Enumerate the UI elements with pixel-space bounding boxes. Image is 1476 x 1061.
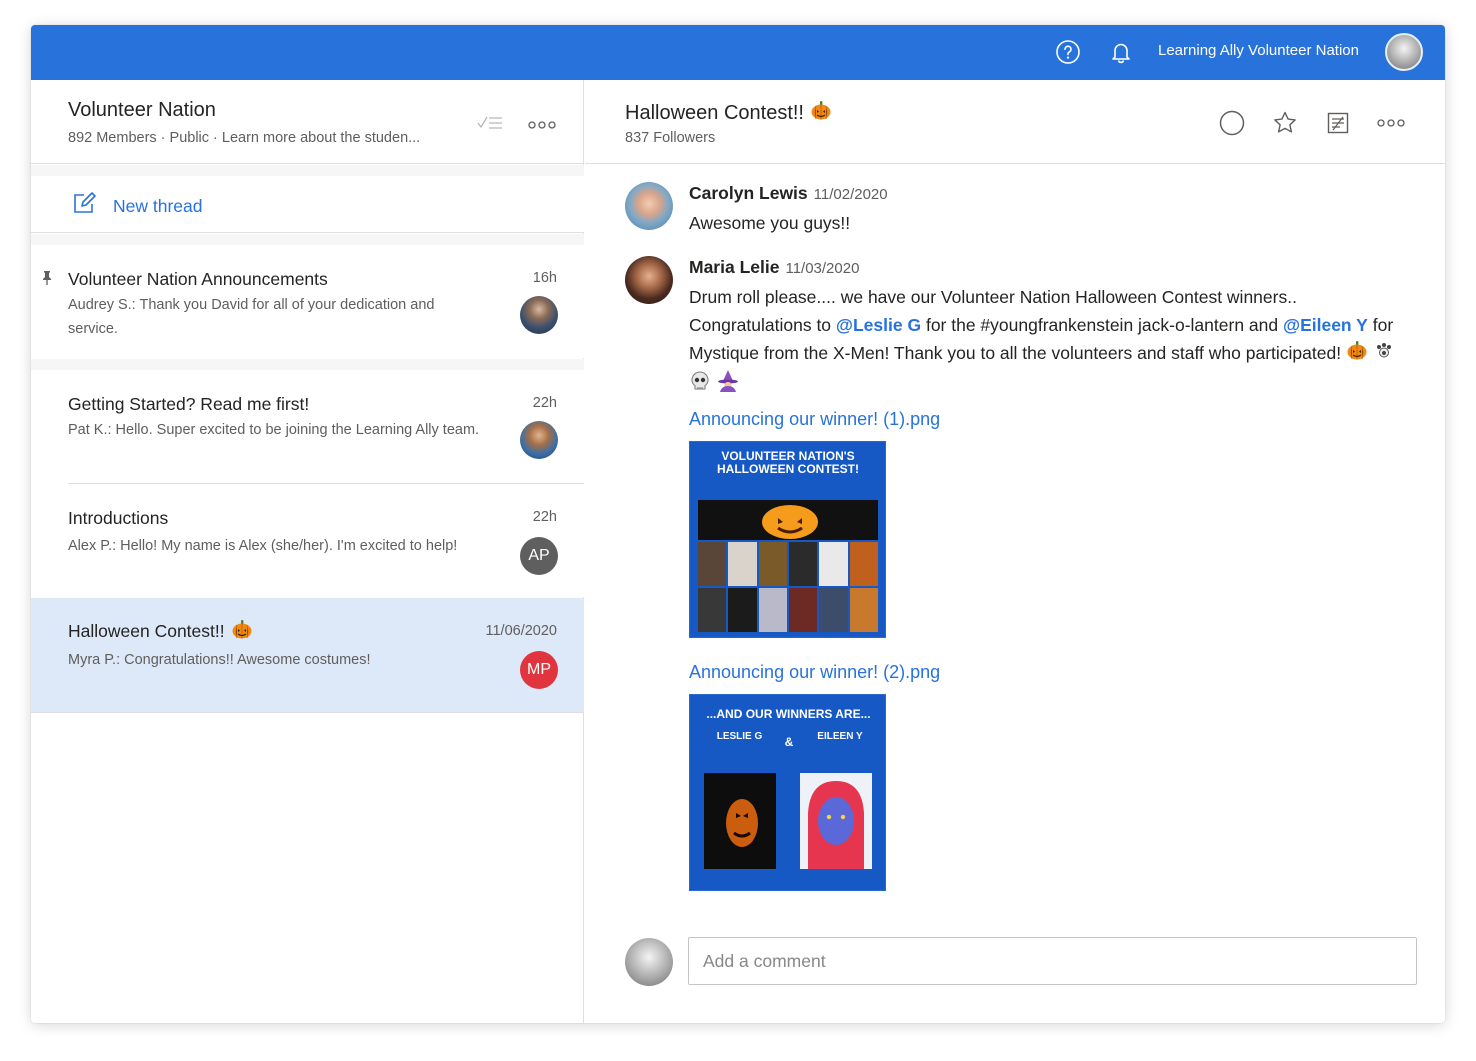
follow-circle-icon[interactable]	[1218, 109, 1246, 137]
thread-time: 16h	[532, 270, 557, 286]
ampersand: &	[784, 735, 794, 749]
thread-item-selected[interactable]: Halloween Contest!! 11/06/2020 Myra P.: …	[31, 598, 584, 712]
winner-left-name: LESLIE G	[716, 731, 763, 742]
pumpkin-icon	[810, 99, 832, 127]
winner-right-name: EILEEN Y	[817, 731, 863, 742]
thread-preview: Pat K.: Hello. Super excited to be joini…	[68, 422, 480, 438]
thread-preview: Alex P.: Hello! My name is Alex (she/her…	[68, 538, 458, 554]
current-user-avatar	[625, 938, 673, 986]
thread-item[interactable]: Introductions 22h Alex P.: Hello! My nam…	[31, 484, 584, 597]
notes-icon[interactable]	[1324, 109, 1352, 137]
group-name[interactable]: Volunteer Nation	[68, 99, 216, 122]
attachment-link[interactable]: Announcing our winner! (2).png	[689, 662, 940, 683]
bell-icon[interactable]	[1107, 38, 1135, 66]
author-name[interactable]: Carolyn Lewis	[689, 183, 808, 203]
costume-grid	[698, 542, 878, 632]
thread-preview: Audrey S.: Thank you David for all of yo…	[68, 297, 435, 337]
avatar	[520, 296, 558, 334]
thumbnail-heading: VOLUNTEER NATION'S HALLOWEEN CONTEST!	[717, 449, 859, 476]
thread-preview: Myra P.: Congratulations!! Awesome costu…	[68, 652, 371, 668]
thumbnail-heading: ...AND OUR WINNERS ARE...	[706, 707, 871, 721]
jack-o-lantern-image	[698, 500, 878, 540]
mention-link[interactable]: @Leslie G	[836, 315, 921, 335]
thread-item[interactable]: Getting Started? Read me first! 22h Pat …	[31, 370, 584, 484]
author-name[interactable]: Maria Lelie	[689, 257, 779, 277]
thread-time: 11/06/2020	[485, 623, 558, 639]
thread-title: Introductions	[68, 508, 169, 528]
avatar[interactable]	[625, 256, 673, 304]
more-options-icon[interactable]	[1377, 109, 1405, 137]
mystique-photo	[800, 773, 872, 869]
network-name[interactable]: Learning Ally Volunteer Nation	[1158, 42, 1359, 59]
app-window: Learning Ally Volunteer Nation Volunteer…	[31, 25, 1445, 1023]
more-options-icon[interactable]	[528, 117, 556, 135]
mention-link[interactable]: @Eileen Y	[1283, 315, 1368, 335]
attachment-link[interactable]: Announcing our winner! (1).png	[689, 409, 940, 430]
attachment-thumbnail[interactable]: VOLUNTEER NATION'S HALLOWEEN CONTEST!	[689, 441, 886, 638]
thread-time: 22h	[532, 509, 557, 525]
help-circle-icon[interactable]	[1054, 38, 1082, 66]
avatar[interactable]	[625, 182, 673, 230]
divider	[31, 712, 584, 713]
user-avatar[interactable]	[1385, 33, 1423, 71]
conversation-panel: Halloween Contest!! 837 Followers Caroly…	[585, 80, 1445, 1023]
message-text-part: Drum roll please.... we have our Volunte…	[689, 287, 1297, 307]
message-text: Drum roll please.... we have our Volunte…	[689, 283, 1419, 401]
divider	[31, 359, 584, 370]
divider	[31, 165, 584, 176]
pumpkin-icon	[1346, 339, 1368, 369]
comment-input[interactable]	[688, 937, 1417, 985]
thread-time: 22h	[532, 395, 557, 411]
message-date: 11/03/2020	[785, 260, 860, 277]
thread-item[interactable]: Volunteer Nation Announcements 16h Audre…	[31, 245, 584, 358]
pumpkin-icon	[231, 618, 253, 645]
top-bar: Learning Ally Volunteer Nation	[31, 25, 1445, 80]
topic-title: Halloween Contest!!	[625, 99, 832, 127]
topic-header: Halloween Contest!! 837 Followers	[585, 80, 1445, 164]
message-date: 11/02/2020	[813, 186, 888, 203]
skull-icon	[689, 370, 711, 400]
attachment-thumbnail[interactable]: ...AND OUR WINNERS ARE... LESLIE G & EIL…	[689, 694, 886, 891]
topic-followers: 837 Followers	[625, 130, 716, 146]
thread-title: Volunteer Nation Announcements	[68, 269, 328, 289]
message-text: Awesome you guys!!	[689, 213, 851, 233]
thread-list-panel: Volunteer Nation 892 Members · Public · …	[31, 80, 584, 1023]
message-author[interactable]: Maria Lelie 11/03/2020	[689, 257, 859, 278]
witch-icon	[716, 369, 740, 401]
avatar: MP	[520, 651, 558, 689]
group-meta: 892 Members · Public · Learn more about …	[68, 130, 421, 146]
new-thread-button[interactable]: New thread	[31, 176, 584, 233]
paw-icon	[1373, 339, 1395, 369]
thread-title: Halloween Contest!!	[68, 618, 253, 645]
compose-icon	[72, 190, 98, 221]
message-text-part: Congratulations to	[689, 315, 832, 335]
new-thread-label: New thread	[113, 196, 203, 216]
message-text-part: for the #youngfrankenstein jack-o-lanter…	[925, 315, 1279, 335]
topic-title-text: Halloween Contest!!	[625, 101, 804, 124]
pin-icon	[41, 270, 53, 291]
avatar	[520, 421, 558, 459]
thread-title: Getting Started? Read me first!	[68, 394, 310, 414]
avatar: AP	[520, 537, 558, 575]
thread-title-text: Halloween Contest!!	[68, 621, 225, 641]
mark-all-read-icon[interactable]	[476, 113, 504, 138]
jack-o-lantern-photo	[704, 773, 776, 869]
message-author[interactable]: Carolyn Lewis 11/02/2020	[689, 183, 888, 204]
group-header: Volunteer Nation 892 Members · Public · …	[31, 80, 584, 164]
divider	[31, 234, 584, 245]
star-icon[interactable]	[1271, 109, 1299, 137]
